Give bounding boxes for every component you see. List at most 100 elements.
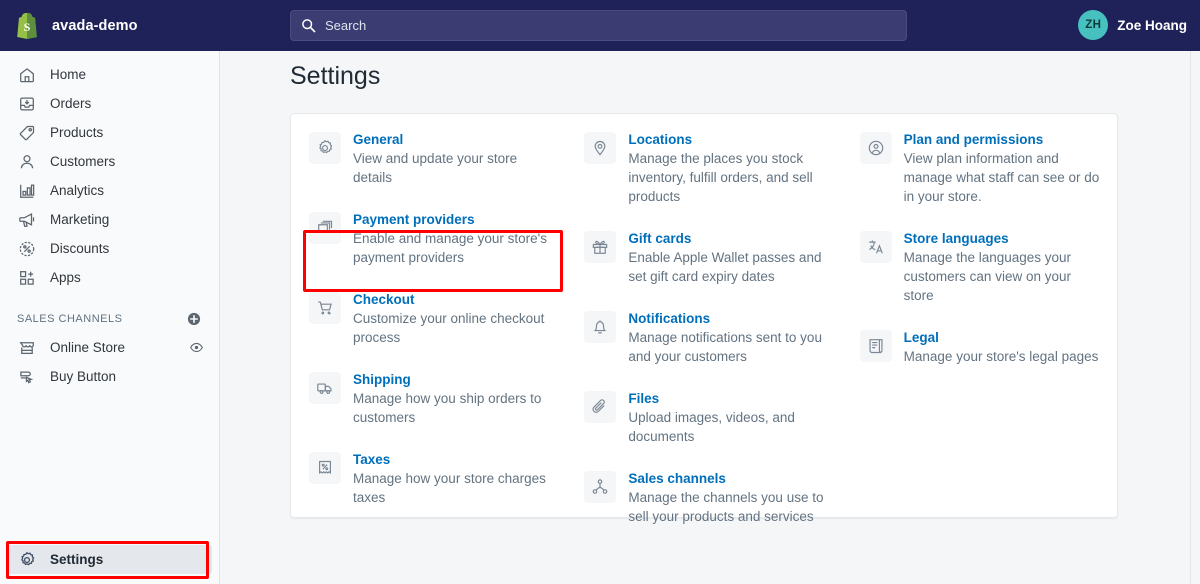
setting-description: Enable and manage your store's payment p… bbox=[353, 231, 547, 265]
sidebar-item-label: Home bbox=[50, 67, 87, 82]
sidebar-item-home[interactable]: Home bbox=[8, 60, 211, 89]
setting-title[interactable]: Shipping bbox=[353, 371, 552, 388]
user-menu[interactable]: ZH Zoe Hoang bbox=[1078, 10, 1187, 40]
eye-icon[interactable] bbox=[188, 340, 204, 356]
page-title: Settings bbox=[290, 62, 381, 90]
sidebar-item-buy-button[interactable]: Buy Button bbox=[8, 362, 211, 391]
percent-circle-icon bbox=[17, 239, 37, 259]
setting-description: Manage how your store charges taxes bbox=[353, 471, 546, 505]
sidebar-item-customers[interactable]: Customers bbox=[8, 147, 211, 176]
setting-description: Manage notifications sent to you and you… bbox=[628, 330, 822, 364]
megaphone-icon bbox=[17, 210, 37, 230]
search-icon bbox=[301, 18, 316, 33]
svg-text:S: S bbox=[24, 20, 31, 34]
sidebar-item-orders[interactable]: Orders bbox=[8, 89, 211, 118]
sidebar-item-analytics[interactable]: Analytics bbox=[8, 176, 211, 205]
legal-setting[interactable]: Legal Manage your store's legal pages bbox=[859, 329, 1103, 366]
setting-title[interactable]: Legal bbox=[904, 329, 1099, 346]
settings-card: General View and update your store detai… bbox=[290, 113, 1118, 524]
setting-description: Upload images, videos, and documents bbox=[628, 410, 795, 444]
settings-column-1: General View and update your store detai… bbox=[291, 131, 566, 517]
notifications-setting[interactable]: Notifications Manage notifications sent … bbox=[584, 310, 827, 366]
tag-icon bbox=[17, 123, 37, 143]
sidebar: Home Orders Products Customers Analytics… bbox=[0, 51, 220, 584]
setting-title[interactable]: Files bbox=[628, 390, 827, 407]
search-placeholder: Search bbox=[325, 18, 367, 33]
apps-grid-icon bbox=[17, 268, 37, 288]
bell-icon bbox=[584, 311, 617, 343]
sidebar-item-label: Apps bbox=[50, 270, 81, 285]
sidebar-item-label: Settings bbox=[50, 552, 104, 567]
storefront-icon bbox=[17, 338, 37, 358]
person-icon bbox=[17, 152, 37, 172]
sidebar-item-discounts[interactable]: Discounts bbox=[8, 234, 211, 263]
sidebar-item-label: Analytics bbox=[50, 183, 105, 198]
sales-channels-setting[interactable]: Sales channels Manage the channels you u… bbox=[584, 470, 827, 526]
files-setting[interactable]: Files Upload images, videos, and documen… bbox=[584, 390, 827, 446]
page-scrollbar[interactable] bbox=[1190, 51, 1200, 584]
sidebar-item-label: Buy Button bbox=[50, 369, 117, 384]
setting-title[interactable]: Gift cards bbox=[628, 230, 827, 247]
sidebar-item-label: Online Store bbox=[50, 340, 126, 355]
sidebar-item-marketing[interactable]: Marketing bbox=[8, 205, 211, 234]
sidebar-item-products[interactable]: Products bbox=[8, 118, 211, 147]
payment-providers-setting[interactable]: Payment providers Enable and manage your… bbox=[309, 211, 552, 267]
setting-title[interactable]: Notifications bbox=[628, 310, 827, 327]
shopify-admin-window: S avada-demo Search ZH Zoe Hoang Home Or… bbox=[0, 0, 1200, 584]
settings-column-2: Locations Manage the places you stock in… bbox=[566, 131, 841, 524]
truck-icon bbox=[309, 372, 341, 404]
plan-and-permissions-setting[interactable]: Plan and permissions View plan informati… bbox=[859, 131, 1103, 206]
user-name: Zoe Hoang bbox=[1117, 17, 1187, 33]
home-icon bbox=[17, 65, 37, 85]
sidebar-item-label: Discounts bbox=[50, 241, 110, 256]
sidebar-item-apps[interactable]: Apps bbox=[8, 263, 211, 292]
setting-title[interactable]: Locations bbox=[628, 131, 827, 148]
sidebar-item-settings[interactable]: Settings bbox=[8, 545, 212, 574]
setting-title[interactable]: General bbox=[353, 131, 552, 148]
sales-channels-title: SALES CHANNELS bbox=[17, 313, 123, 325]
sidebar-item-label: Orders bbox=[50, 96, 92, 111]
top-bar: S avada-demo Search ZH Zoe Hoang bbox=[0, 0, 1200, 51]
orders-inbox-icon bbox=[17, 94, 37, 114]
brand-area[interactable]: S avada-demo bbox=[0, 12, 220, 40]
person-circle-icon bbox=[859, 132, 892, 164]
setting-description: View plan information and manage what st… bbox=[903, 151, 1100, 204]
setting-title[interactable]: Store languages bbox=[904, 230, 1103, 247]
gear-icon bbox=[309, 132, 341, 164]
gear-icon bbox=[17, 550, 37, 570]
setting-title[interactable]: Checkout bbox=[353, 291, 552, 308]
setting-description: Enable Apple Wallet passes and set gift … bbox=[628, 250, 822, 284]
shipping-setting[interactable]: Shipping Manage how you ship orders to c… bbox=[309, 371, 552, 427]
tax-receipt-icon bbox=[309, 452, 341, 484]
setting-description: Manage the places you stock inventory, f… bbox=[628, 151, 813, 204]
map-pin-icon bbox=[584, 132, 617, 164]
setting-description: Customize your online checkout process bbox=[353, 311, 545, 345]
translate-icon bbox=[859, 231, 892, 263]
sales-channels-header: SALES CHANNELS bbox=[17, 309, 203, 329]
locations-setting[interactable]: Locations Manage the places you stock in… bbox=[584, 131, 827, 206]
setting-description: Manage how you ship orders to customers bbox=[353, 391, 542, 425]
shopify-bag-icon: S bbox=[14, 12, 40, 40]
main-content: Settings General View and update your st… bbox=[220, 51, 1200, 584]
scroll-document-icon bbox=[859, 330, 892, 362]
setting-description: Manage the channels you use to sell your… bbox=[628, 490, 824, 524]
general-setting[interactable]: General View and update your store detai… bbox=[309, 131, 552, 187]
sidebar-settings-slot: Settings bbox=[0, 545, 220, 574]
plus-circle-icon[interactable] bbox=[185, 310, 203, 328]
network-nodes-icon bbox=[584, 471, 617, 503]
avatar: ZH bbox=[1078, 10, 1109, 40]
setting-title[interactable]: Taxes bbox=[353, 451, 552, 468]
search-input[interactable]: Search bbox=[290, 10, 907, 41]
setting-title[interactable]: Plan and permissions bbox=[904, 131, 1103, 148]
gift-cards-setting[interactable]: Gift cards Enable Apple Wallet passes an… bbox=[584, 230, 827, 286]
sidebar-item-online-store[interactable]: Online Store bbox=[8, 333, 211, 362]
store-languages-setting[interactable]: Store languages Manage the languages you… bbox=[859, 230, 1103, 305]
setting-description: Manage the languages your customers can … bbox=[903, 250, 1072, 303]
checkout-setting[interactable]: Checkout Customize your online checkout … bbox=[309, 291, 552, 347]
search-area: Search bbox=[290, 10, 907, 41]
bar-chart-icon bbox=[17, 181, 37, 201]
payment-card-icon bbox=[309, 212, 341, 244]
taxes-setting[interactable]: Taxes Manage how your store charges taxe… bbox=[309, 451, 552, 507]
setting-title[interactable]: Payment providers bbox=[353, 211, 552, 228]
setting-title[interactable]: Sales channels bbox=[628, 470, 827, 487]
